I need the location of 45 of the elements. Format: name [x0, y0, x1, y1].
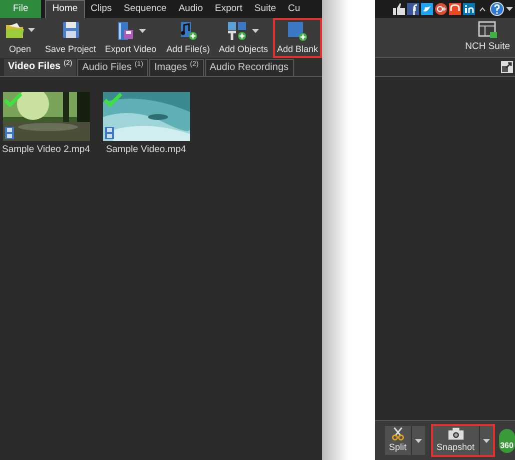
file-caption: Sample Video.mp4	[106, 143, 186, 157]
checkmark-icon	[4, 93, 22, 107]
menu-tab[interactable]: Export	[208, 0, 248, 18]
media-tab[interactable]: Audio Recordings	[204, 59, 294, 76]
caret-icon	[506, 7, 513, 11]
caret-icon	[482, 438, 490, 442]
caret-icon	[28, 28, 35, 32]
dropdown-button[interactable]	[410, 426, 425, 455]
menu-tab[interactable]: Audio	[172, 0, 209, 18]
ribbon-button[interactable]: Add Blank	[272, 18, 322, 58]
menu-tab[interactable]: File	[0, 0, 42, 18]
film-export-icon	[116, 21, 136, 41]
vr-360-button[interactable]: 360	[498, 428, 515, 452]
chevron-up-icon[interactable]	[479, 6, 486, 12]
music-file-add-icon	[178, 21, 198, 41]
caret-icon	[252, 29, 260, 33]
file-caption: Sample Video 2.mp4	[2, 143, 90, 157]
ribbon-button[interactable]: Add File(s)	[162, 18, 214, 58]
camera-icon	[446, 427, 466, 440]
linkedin-icon[interactable]	[463, 3, 475, 15]
google-plus-icon[interactable]	[435, 3, 447, 15]
menu-tab[interactable]: Clips	[84, 0, 118, 18]
split-button[interactable]: Split	[385, 426, 411, 455]
ribbon-button[interactable]: Export Video	[101, 18, 160, 58]
stumbleupon-icon[interactable]	[449, 3, 461, 15]
window-grid-icon	[478, 21, 498, 39]
scissors-icon	[390, 427, 406, 440]
resize-icon[interactable]	[501, 61, 513, 73]
snapshot-button[interactable]: Snapshot	[432, 426, 479, 455]
menu-tab[interactable]: Sequence	[118, 0, 173, 18]
facebook-icon[interactable]	[407, 3, 419, 15]
folder-icon	[5, 21, 25, 39]
caret-icon	[414, 438, 422, 442]
menu-tab[interactable]: Cu	[282, 0, 306, 18]
dropdown-button[interactable]	[478, 426, 493, 455]
caret-icon	[138, 29, 146, 33]
thumbs-up-icon[interactable]	[393, 3, 405, 15]
blank-add-icon	[287, 21, 308, 41]
help-icon[interactable]	[490, 2, 504, 16]
ribbon-button[interactable]: Add Objects	[214, 18, 272, 58]
ribbon-button[interactable]: Save Project	[41, 18, 100, 58]
menu-tab[interactable]: Home	[45, 0, 85, 18]
checkmark-icon	[104, 93, 122, 107]
ribbon-button[interactable]: Open	[1, 18, 39, 58]
menu-tab[interactable]: Suite	[248, 0, 282, 18]
